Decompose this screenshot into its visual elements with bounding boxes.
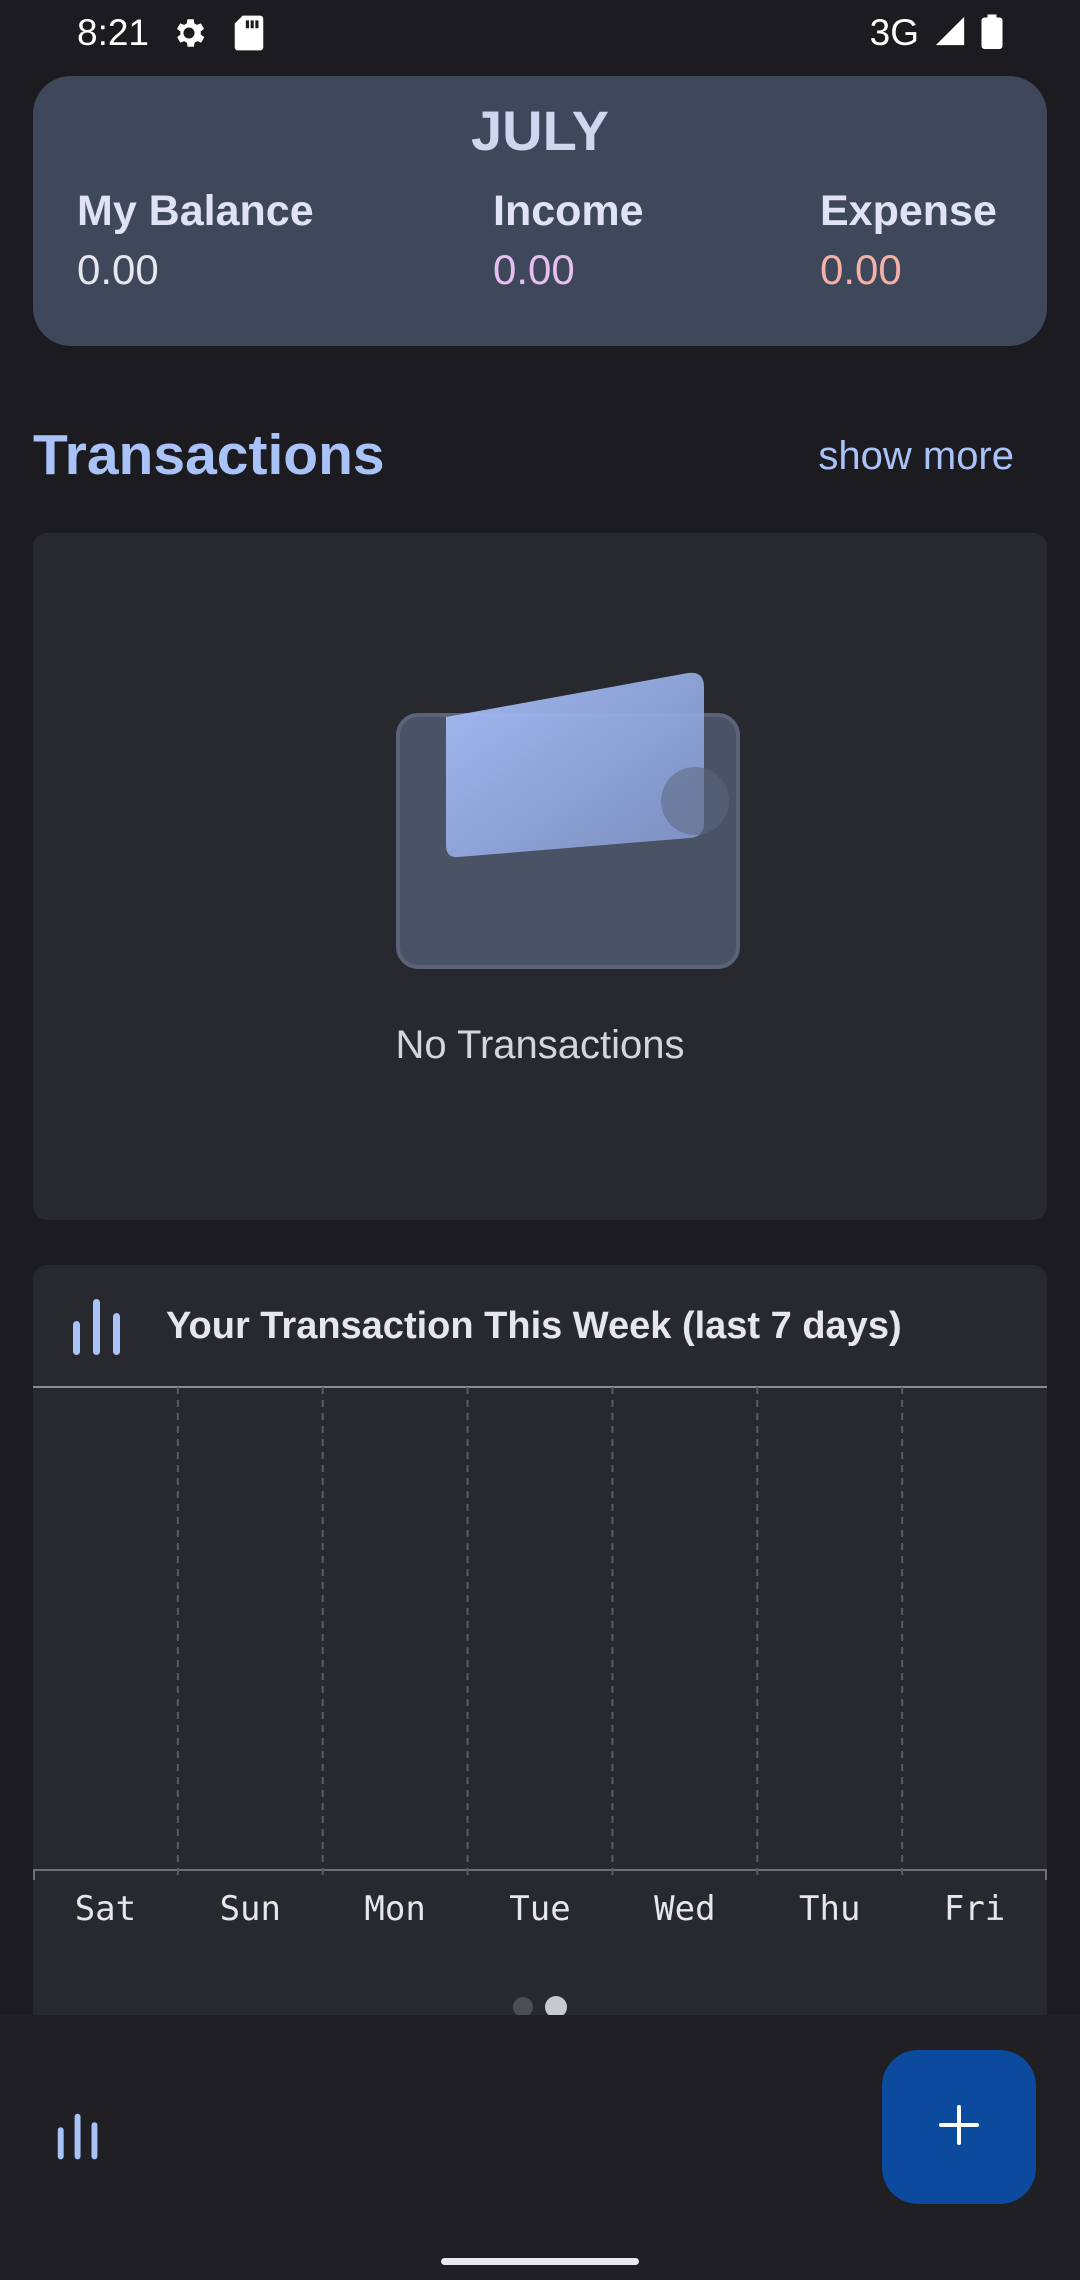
signal-icon bbox=[933, 14, 967, 53]
add-transaction-button[interactable] bbox=[882, 2050, 1036, 2204]
settings-icon bbox=[170, 14, 208, 57]
x-label-mon: Mon bbox=[364, 1889, 425, 1929]
x-label-sun: Sun bbox=[220, 1889, 281, 1929]
bar-chart-icon[interactable] bbox=[52, 2107, 104, 2166]
balance-value: 0.00 bbox=[77, 246, 159, 293]
x-label-fri: Fri bbox=[944, 1889, 1005, 1929]
income-column: Income 0.00 bbox=[493, 190, 644, 291]
status-bar: 8:21 3G bbox=[0, 0, 1080, 68]
income-value: 0.00 bbox=[493, 246, 575, 293]
network-type: 3G bbox=[869, 12, 919, 53]
weekly-bar-chart: Sat Sun Mon Tue Wed Thu Fri bbox=[33, 1386, 1047, 1929]
chart-grid bbox=[33, 1387, 1047, 1880]
expense-column: Expense 0.00 bbox=[820, 190, 997, 291]
page-dot-1 bbox=[513, 1997, 533, 2015]
expense-label: Expense bbox=[820, 187, 997, 235]
chart-x-labels: Sat Sun Mon Tue Wed Thu Fri bbox=[75, 1889, 1006, 1929]
status-right-group: 3G bbox=[870, 12, 1003, 54]
page-indicator bbox=[513, 1996, 567, 2015]
x-label-sat: Sat bbox=[75, 1889, 136, 1929]
weekly-chart-card: Your Transaction This Week (last 7 days)… bbox=[33, 1265, 1047, 2015]
page-dot-2 bbox=[545, 1996, 567, 2015]
bottom-bar bbox=[0, 2015, 1080, 2280]
empty-wallet-icon bbox=[368, 633, 748, 973]
battery-icon bbox=[981, 13, 1003, 54]
x-label-thu: Thu bbox=[799, 1889, 860, 1929]
x-label-tue: Tue bbox=[509, 1889, 570, 1929]
sd-card-icon bbox=[232, 14, 266, 57]
x-label-wed: Wed bbox=[654, 1889, 715, 1929]
plus-icon bbox=[937, 2103, 981, 2152]
month-title: JULY bbox=[470, 99, 609, 162]
balance-label: My Balance bbox=[77, 187, 314, 235]
transactions-card: No Transactions bbox=[33, 533, 1047, 1220]
income-label: Income bbox=[493, 187, 644, 235]
app-screen: 8:21 3G JULY My Balance 0.00 Income 0.00 bbox=[0, 0, 1080, 2280]
transactions-title: Transactions bbox=[33, 423, 385, 487]
empty-message: No Transactions bbox=[395, 1023, 685, 1067]
summary-card: JULY My Balance 0.00 Income 0.00 Expense… bbox=[33, 76, 1047, 346]
show-more-link[interactable]: show more bbox=[818, 434, 1014, 479]
balance-column: My Balance 0.00 bbox=[77, 190, 314, 291]
home-indicator[interactable] bbox=[441, 2258, 639, 2265]
status-time: 8:21 bbox=[77, 12, 150, 53]
expense-value: 0.00 bbox=[820, 246, 902, 293]
